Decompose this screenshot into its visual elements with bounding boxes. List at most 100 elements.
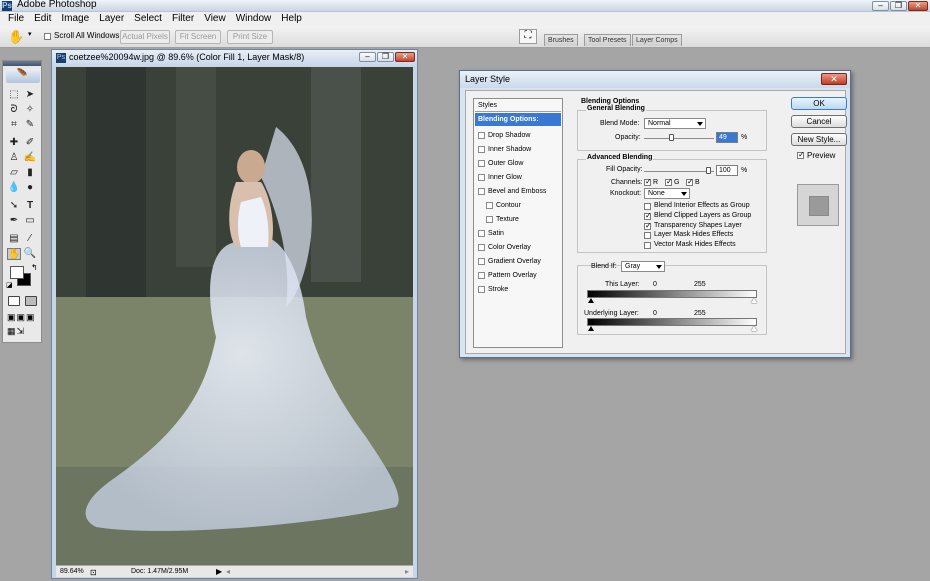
dialog-close-button[interactable]: ✕ [821,73,847,85]
menu-help[interactable]: Help [276,12,307,26]
underlying-white-slider[interactable] [751,326,757,331]
menu-select[interactable]: Select [129,12,167,26]
fill-opacity-slider-thumb[interactable] [706,167,711,174]
tab-tool-presets[interactable]: Tool Presets [584,34,631,46]
jump-to-imageready-icon[interactable]: ▦⇲ [7,326,25,337]
opacity-input[interactable]: 49 [716,132,738,143]
style-item-checkbox[interactable] [478,146,485,153]
style-item-gradient-overlay[interactable]: Gradient Overlay [475,255,561,268]
pen-tool-icon[interactable]: ✒ [7,215,21,227]
style-item-checkbox[interactable] [478,160,485,167]
underlying-black-slider[interactable] [588,326,594,331]
restore-button[interactable]: ❐ [890,1,907,11]
fill-opacity-input[interactable]: 100 [716,165,738,176]
document-close-button[interactable]: ✕ [395,52,415,62]
scroll-right-icon[interactable]: ▸ [405,566,409,578]
scroll-all-windows-checkbox[interactable] [44,33,51,40]
menu-window[interactable]: Window [231,12,277,26]
palette-well-icon[interactable]: ⛶ [519,29,537,44]
style-item-blending-options-custom[interactable]: Blending Options: Custom [475,113,561,136]
new-style-button[interactable]: New Style... [791,133,847,146]
dodge-tool-icon[interactable]: ● [23,182,37,194]
style-item-outer-glow[interactable]: Outer Glow [475,157,561,170]
shape-tool-icon[interactable]: ▭ [23,215,37,227]
type-tool-icon[interactable]: T [23,200,37,212]
clone-stamp-tool-icon[interactable]: ♙ [7,152,21,164]
crop-tool-icon[interactable]: ⌗ [7,119,21,131]
foreground-color-swatch[interactable] [10,266,24,279]
style-item-checkbox[interactable] [478,272,485,279]
quick-mask-mode-icon[interactable] [25,296,37,306]
document-restore-button[interactable]: ❐ [377,52,394,62]
this-layer-white-slider[interactable] [751,298,757,303]
advanced-option-checkbox[interactable] [644,242,651,250]
styles-header[interactable]: Styles [475,99,561,112]
style-item-checkbox[interactable] [478,258,485,265]
this-layer-black-slider[interactable] [588,298,594,303]
blend-mode-select[interactable]: Normal [644,118,706,129]
blur-tool-icon[interactable]: 💧 [7,182,21,194]
ok-button[interactable]: OK [791,97,847,110]
hand-tool-selected-icon[interactable]: ✋ [7,248,21,260]
menu-image[interactable]: Image [56,12,94,26]
tab-layer-comps[interactable]: Layer Comps [632,34,682,46]
advanced-option-checkbox[interactable] [644,232,651,240]
style-item-checkbox[interactable] [478,174,485,181]
zoom-level[interactable]: 89.64% [60,566,84,578]
eyedropper-sample-tool-icon[interactable]: ⁄ [23,233,37,245]
advanced-option-checkbox[interactable] [644,203,651,210]
style-item-texture[interactable]: Texture [475,213,561,226]
minimize-button[interactable]: – [872,1,889,11]
lasso-tool-icon[interactable]: ᘐ [7,104,21,116]
style-item-contour[interactable]: Contour [475,199,561,212]
zoom-icon[interactable]: ⊡ [90,567,97,579]
cancel-button[interactable]: Cancel [791,115,847,128]
scroll-left-icon[interactable]: ◂ [226,566,230,578]
healing-brush-tool-icon[interactable]: ✚ [7,137,21,149]
notes-tool-icon[interactable]: ▤ [7,233,21,245]
document-canvas[interactable] [56,67,413,565]
style-item-checkbox[interactable] [478,244,485,251]
menu-layer[interactable]: Layer [94,12,129,26]
style-item-stroke[interactable]: Stroke [475,283,561,296]
style-item-bevel-and-emboss[interactable]: Bevel and Emboss [475,185,561,198]
tab-brushes[interactable]: Brushes [544,34,578,46]
marquee-tool-icon[interactable]: ⬚ [7,89,21,101]
channel-r-checkbox[interactable] [644,177,652,187]
style-item-checkbox[interactable] [478,188,485,195]
knockout-select[interactable]: None [644,188,690,199]
style-item-checkbox[interactable] [478,132,485,139]
standard-mode-icon[interactable] [8,296,20,306]
opacity-slider-thumb[interactable] [669,134,674,141]
actual-pixels-button[interactable]: Actual Pixels [120,30,170,44]
fill-opacity-slider-track[interactable] [644,171,714,172]
style-item-inner-shadow[interactable]: Inner Shadow [475,143,561,156]
gradient-tool-icon[interactable]: ▮ [23,167,37,179]
tools-panel-grip[interactable] [3,61,41,66]
advanced-option-checkbox[interactable] [644,221,652,231]
menu-filter[interactable]: Filter [167,12,199,26]
eraser-tool-icon[interactable]: ▱ [7,167,21,179]
hand-tool-icon[interactable]: ✋ [8,29,24,45]
channel-g-checkbox[interactable] [665,177,673,187]
channel-b-checkbox[interactable] [686,177,694,187]
move-tool-icon[interactable]: ➤ [23,89,37,101]
path-selection-tool-icon[interactable]: ➘ [7,200,21,212]
style-item-checkbox[interactable] [486,202,493,209]
preview-checkbox[interactable] [797,150,805,160]
close-button[interactable]: ✕ [908,1,928,11]
history-brush-tool-icon[interactable]: ✍ [23,152,37,164]
style-item-checkbox[interactable] [478,230,485,237]
style-item-inner-glow[interactable]: Inner Glow [475,171,561,184]
style-item-pattern-overlay[interactable]: Pattern Overlay [475,269,561,282]
menu-view[interactable]: View [199,12,231,26]
menu-file[interactable]: File [3,12,29,26]
swap-colors-icon[interactable]: ↰ [31,263,38,272]
magic-wand-tool-icon[interactable]: ✧ [23,104,37,116]
brush-tool-icon[interactable]: ✐ [23,137,37,149]
print-size-button[interactable]: Print Size [227,30,273,44]
fit-screen-button[interactable]: Fit Screen [175,30,221,44]
screen-mode-icons[interactable]: ▣▣▣ [7,312,36,323]
feather-logo-icon[interactable]: 🪶 [6,69,40,83]
advanced-option-checkbox[interactable] [644,211,652,221]
